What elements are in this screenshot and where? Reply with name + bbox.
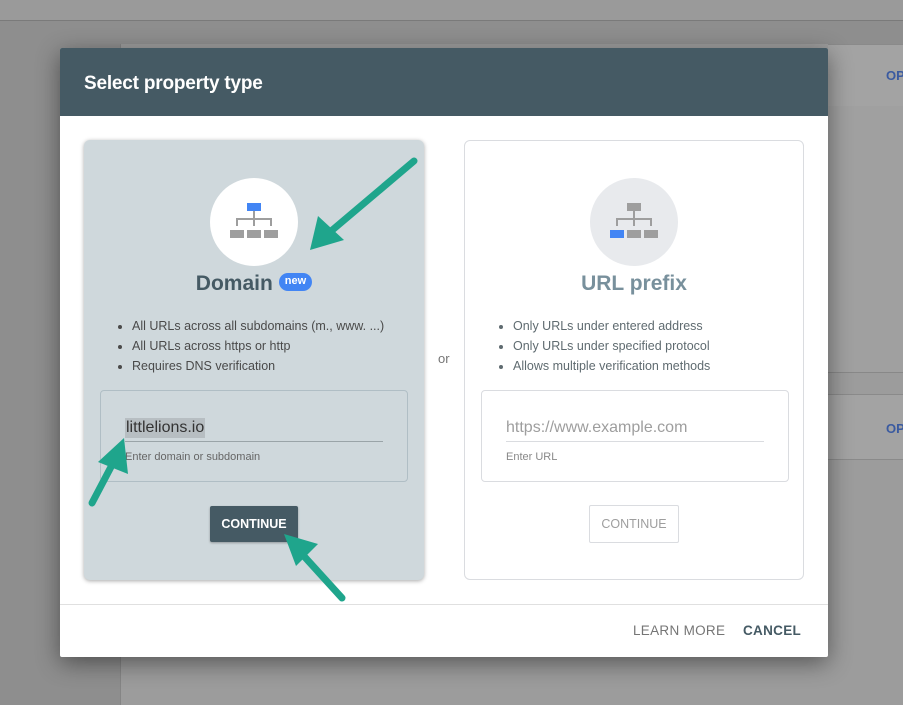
select-property-dialog: Select property type Domain new All URLs … xyxy=(60,48,828,657)
domain-input-helper: Enter domain or subdomain xyxy=(125,451,261,463)
or-separator: or xyxy=(438,351,450,366)
url-prefix-continue-button[interactable]: CONTINUE xyxy=(589,505,679,543)
background-card-body xyxy=(828,106,903,373)
url-input[interactable] xyxy=(506,415,764,442)
sitemap-icon xyxy=(610,203,658,238)
background-top-bar xyxy=(0,0,903,21)
url-prefix-feature-list: Only URLs under entered address Only URL… xyxy=(493,316,710,376)
dialog-title: Select property type xyxy=(84,73,263,94)
url-prefix-icon-circle xyxy=(590,178,678,266)
url-input-box: Enter URL xyxy=(481,390,789,482)
domain-property-card[interactable]: Domain new All URLs across all subdomains… xyxy=(84,140,424,580)
domain-input-box: littlelions.io Enter domain or subdomain xyxy=(100,390,408,482)
domain-feature-list: All URLs across all subdomains (m., www.… xyxy=(112,316,384,376)
sitemap-icon xyxy=(230,203,278,238)
new-badge: new xyxy=(278,273,313,292)
list-item: Requires DNS verification xyxy=(132,356,384,376)
list-item: Allows multiple verification methods xyxy=(513,356,710,376)
domain-title-text: Domain xyxy=(195,272,273,295)
background-open-link: OP xyxy=(886,421,903,436)
list-item: Only URLs under specified protocol xyxy=(513,336,710,356)
list-item: Only URLs under entered address xyxy=(513,316,710,336)
list-item: All URLs across all subdomains (m., www.… xyxy=(132,316,384,336)
url-prefix-title: URL prefix xyxy=(581,272,687,295)
domain-title: Domain new xyxy=(84,272,424,296)
url-prefix-property-card[interactable]: URL prefix Only URLs under entered addre… xyxy=(464,140,804,580)
dialog-footer: LEARN MORE CANCEL xyxy=(60,604,828,657)
cancel-button[interactable]: CANCEL xyxy=(743,623,801,638)
dialog-header: Select property type xyxy=(60,48,828,116)
domain-icon-circle xyxy=(210,178,298,266)
domain-continue-button[interactable]: CONTINUE xyxy=(210,506,298,542)
url-input-helper: Enter URL xyxy=(506,451,558,463)
background-open-link: OP xyxy=(886,68,903,83)
learn-more-button[interactable]: LEARN MORE xyxy=(633,623,725,638)
list-item: All URLs across https or http xyxy=(132,336,384,356)
domain-input-selected-text: littlelions.io xyxy=(125,418,206,438)
